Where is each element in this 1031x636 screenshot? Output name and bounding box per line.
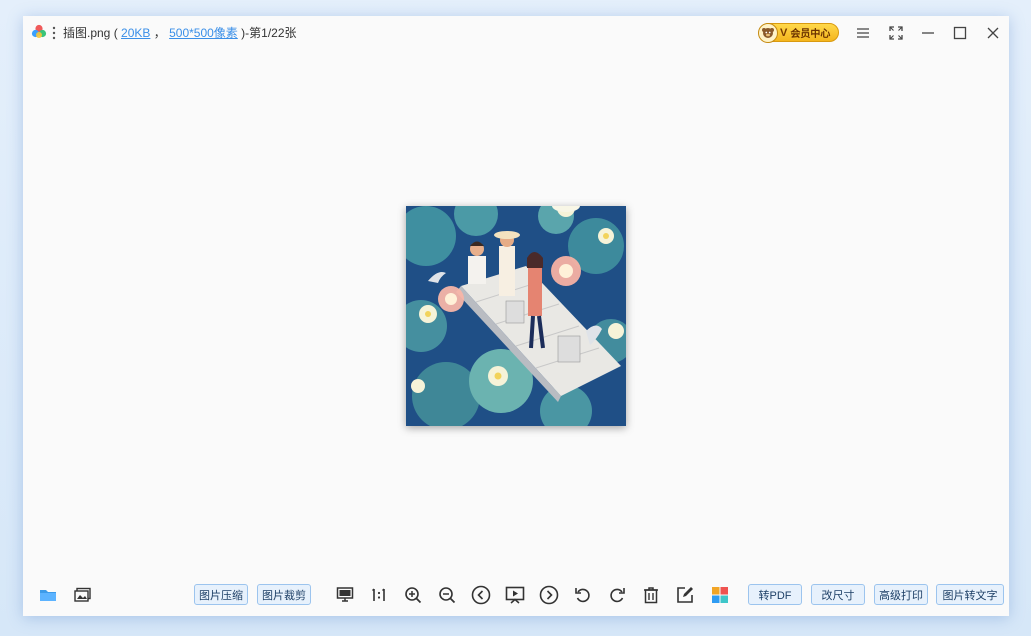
viewer-window: 插图.png ( 20KB ， 500*500像素 )-第1/22张 V 会员中… xyxy=(23,16,1009,616)
fullscreen-icon xyxy=(889,26,903,40)
zoom-in-icon xyxy=(405,587,422,604)
vip-center-button[interactable]: V 会员中心 xyxy=(758,22,839,43)
folder-icon xyxy=(40,590,56,601)
fit-screen-button[interactable] xyxy=(333,583,357,607)
slideshow-icon xyxy=(505,586,525,604)
displayed-image[interactable] xyxy=(406,206,626,426)
zoom-out-button[interactable] xyxy=(435,583,459,607)
window-title: 插图.png ( 20KB ， 500*500像素 )-第1/22张 xyxy=(63,25,297,41)
edit-button[interactable] xyxy=(673,583,697,607)
previous-image-button[interactable] xyxy=(469,583,493,607)
apps-grid-icon xyxy=(712,587,728,603)
crop-image-button[interactable]: 图片裁剪 xyxy=(257,584,311,605)
app-logo-icon xyxy=(31,24,47,38)
edit-icon xyxy=(677,587,693,603)
thumbnails-button[interactable] xyxy=(71,583,95,607)
page-indicator: )-第1/22张 xyxy=(241,26,297,40)
advanced-print-button[interactable]: 高级打印 xyxy=(874,584,928,605)
image-to-text-button[interactable]: 图片转文字 xyxy=(936,584,1004,605)
bottom-toolbar: 图片压缩 图片裁剪 转PDF 改尺寸 高级打印 图片转文字 xyxy=(23,580,1009,610)
zoom-out-icon xyxy=(439,587,456,604)
image-dimensions-link[interactable]: 500*500像素 xyxy=(169,26,238,40)
monitor-icon xyxy=(336,587,354,602)
title-bar: 插图.png ( 20KB ， 500*500像素 )-第1/22张 V 会员中… xyxy=(23,16,1009,50)
open-folder-button[interactable] xyxy=(36,583,60,607)
zoom-in-button[interactable] xyxy=(401,583,425,607)
trash-icon xyxy=(644,587,658,604)
rotate-right-button[interactable] xyxy=(605,583,629,607)
convert-to-pdf-button[interactable]: 转PDF xyxy=(748,584,802,605)
maximize-button[interactable] xyxy=(950,23,970,43)
hamburger-icon xyxy=(857,28,869,38)
actual-size-icon xyxy=(372,588,385,601)
resize-button[interactable]: 改尺寸 xyxy=(811,584,865,605)
illustration-image xyxy=(406,206,626,426)
vip-level-mark: V xyxy=(780,26,788,39)
close-button[interactable] xyxy=(983,23,1003,43)
file-name: 插图.png ( xyxy=(63,26,118,40)
fullscreen-button[interactable] xyxy=(886,23,906,43)
apps-button[interactable] xyxy=(708,583,732,607)
next-image-button[interactable] xyxy=(537,583,561,607)
vip-center-label: 会员中心 xyxy=(790,29,831,40)
minimize-button[interactable] xyxy=(918,23,938,43)
maximize-icon xyxy=(953,26,967,40)
gallery-icon xyxy=(74,587,91,602)
vip-avatar-icon xyxy=(758,22,778,43)
slideshow-button[interactable] xyxy=(503,583,527,607)
rotate-right-icon xyxy=(610,588,625,603)
chevron-right-circle-icon xyxy=(539,585,559,605)
close-icon xyxy=(987,27,999,39)
compress-image-button[interactable]: 图片压缩 xyxy=(194,584,248,605)
more-vertical-icon[interactable] xyxy=(51,25,57,41)
rotate-left-button[interactable] xyxy=(571,583,595,607)
delete-button[interactable] xyxy=(639,583,663,607)
minimize-icon xyxy=(922,32,934,34)
title-separator: ， xyxy=(153,26,166,40)
chevron-left-circle-icon xyxy=(471,585,491,605)
file-size-link[interactable]: 20KB xyxy=(121,26,150,40)
menu-button[interactable] xyxy=(853,23,873,43)
rotate-left-icon xyxy=(575,588,590,603)
actual-size-button[interactable] xyxy=(367,583,391,607)
